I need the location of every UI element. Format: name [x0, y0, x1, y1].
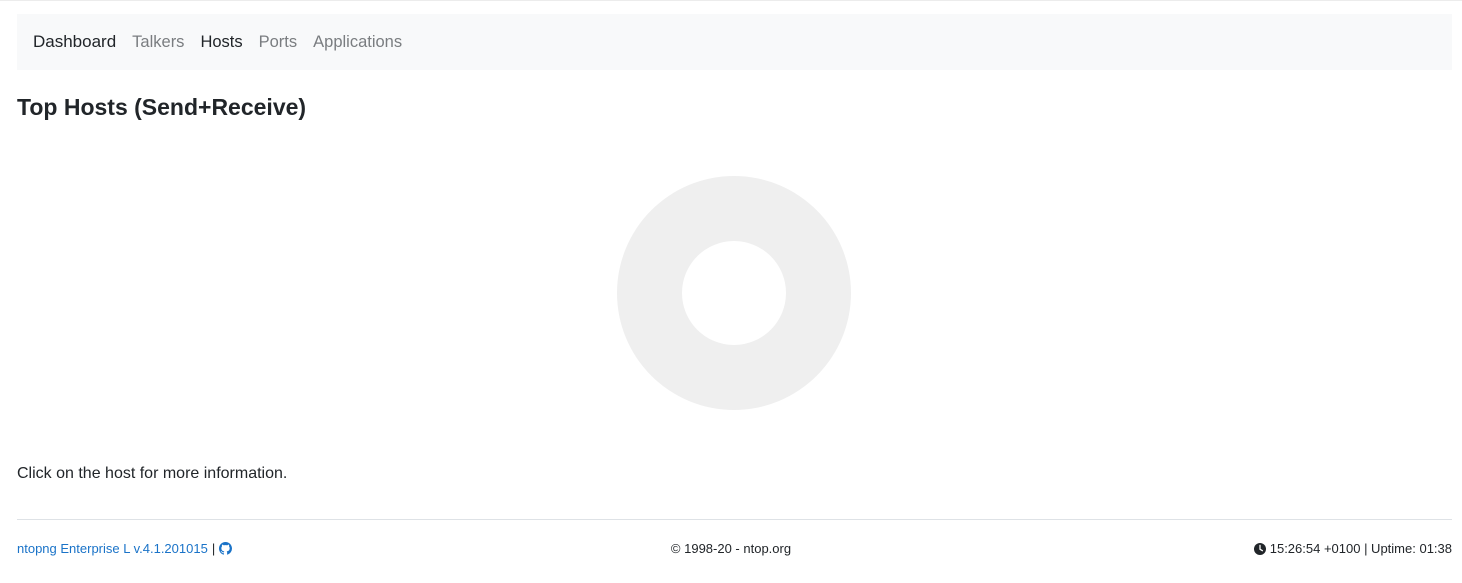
github-icon[interactable]: [219, 542, 233, 555]
version-link[interactable]: ntopng Enterprise L v.4.1.201015: [17, 541, 208, 556]
footer-divider: [17, 519, 1452, 520]
clock-icon: [1253, 542, 1266, 555]
footer-separator: |: [211, 541, 216, 556]
page-title: Top Hosts (Send+Receive): [17, 94, 307, 120]
nav-item-applications[interactable]: Applications: [305, 33, 410, 52]
status-text: 15:26:54 +0100 | Uptime: 01:38: [1269, 541, 1452, 556]
nav-item-ports[interactable]: Ports: [251, 33, 306, 52]
donut-chart-empty-ring: [617, 176, 851, 410]
nav-item-talkers[interactable]: Talkers: [124, 33, 192, 52]
page: Dashboard Talkers Hosts Ports Applicatio…: [0, 0, 1462, 583]
navbar-brand-dashboard[interactable]: Dashboard: [33, 32, 116, 52]
footer-status: 15:26:54 +0100 | Uptime: 01:38: [1253, 541, 1452, 556]
top-hosts-donut-chart[interactable]: [0, 160, 1462, 430]
top-navbar: Dashboard Talkers Hosts Ports Applicatio…: [17, 14, 1452, 70]
nav-item-hosts[interactable]: Hosts: [192, 33, 250, 52]
info-text: Click on the host for more information.: [17, 465, 288, 482]
footer-version: ntopng Enterprise L v.4.1.201015 |: [17, 541, 233, 556]
top-border: [0, 0, 1462, 1]
